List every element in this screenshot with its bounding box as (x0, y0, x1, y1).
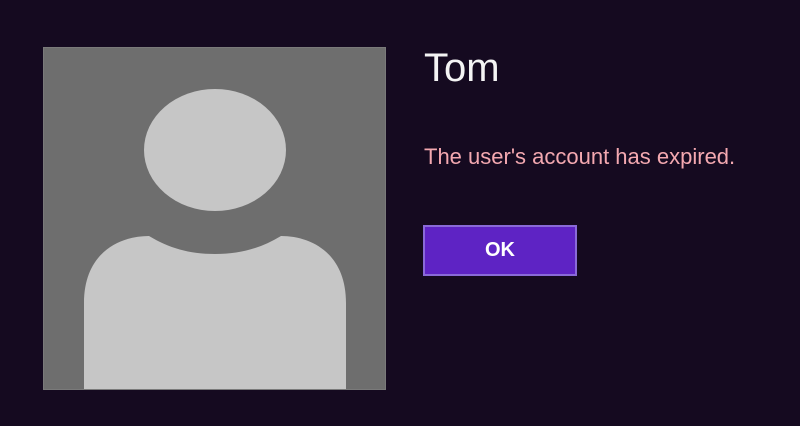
user-avatar (43, 47, 386, 390)
error-message: The user's account has expired. (424, 144, 736, 169)
lock-screen: Tom The user's account has expired. OK (0, 0, 800, 426)
user-silhouette-icon (84, 89, 346, 389)
ok-button[interactable]: OK (423, 225, 577, 276)
user-name: Tom (424, 46, 500, 90)
